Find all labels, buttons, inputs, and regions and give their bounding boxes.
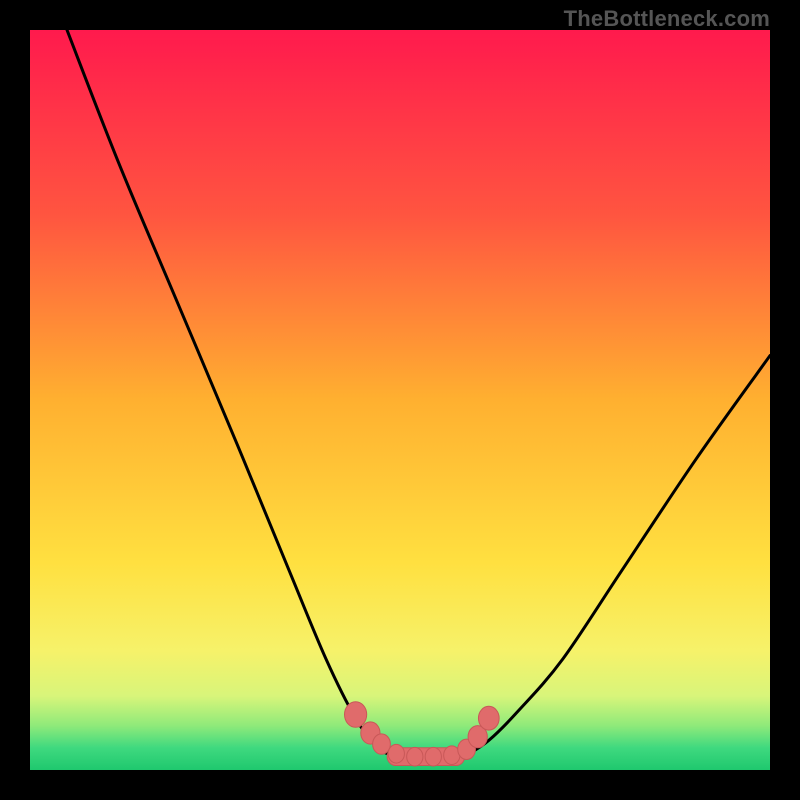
marker-point	[407, 747, 423, 766]
curve-layer	[30, 30, 770, 770]
left-curve	[67, 30, 393, 755]
marker-point	[388, 744, 404, 763]
marker-point	[478, 706, 499, 730]
right-curve	[467, 356, 770, 756]
marker-point	[425, 747, 441, 766]
marker-group	[345, 702, 500, 766]
chart-frame: TheBottleneck.com	[0, 0, 800, 800]
plot-area	[30, 30, 770, 770]
marker-point	[373, 734, 391, 754]
watermark-text: TheBottleneck.com	[564, 6, 770, 32]
marker-point	[345, 702, 367, 728]
